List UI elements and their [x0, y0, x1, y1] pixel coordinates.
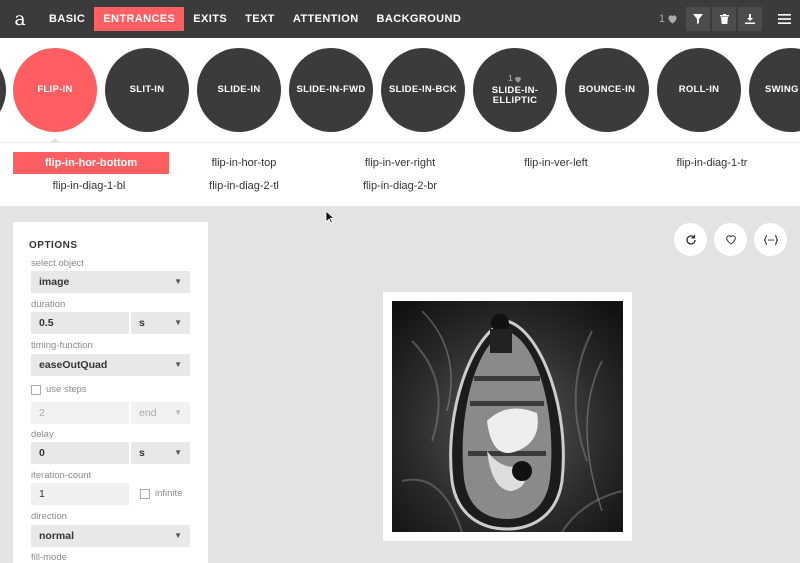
animation-fav-count: 1 [508, 74, 513, 83]
trash-button[interactable] [712, 7, 736, 31]
animation-bounce-in[interactable]: BOUNCE-IN [565, 48, 649, 132]
timing-function-value: easeOutQuad [39, 359, 108, 371]
download-icon [745, 14, 755, 24]
favorite-button[interactable] [714, 223, 747, 256]
timing-function-label: timing-function [31, 340, 93, 351]
heart-icon [515, 76, 521, 83]
variant-list: flip-in-hor-bottom flip-in-hor-top flip-… [0, 142, 800, 206]
top-bar: a BASIC ENTRANCES EXITS TEXT ATTENTION B… [0, 0, 800, 38]
duration-input[interactable]: 0.5 [31, 312, 129, 334]
variant-flip-in-hor-top[interactable]: flip-in-hor-top [180, 152, 308, 174]
variant-flip-in-diag-1-tr[interactable]: flip-in-diag-1-tr [648, 152, 776, 174]
fill-mode-label: fill-mode [31, 552, 67, 563]
replay-icon [685, 234, 696, 245]
favorites-count: 1 [658, 13, 665, 25]
animation-label-line2: ELLIPTIC [492, 95, 538, 106]
download-button[interactable] [738, 7, 762, 31]
trash-icon [719, 14, 729, 24]
steps-count-input[interactable]: 2 [31, 402, 129, 424]
duration-unit-dropdown[interactable]: s ▼ [131, 312, 190, 334]
infinite-label: infinite [155, 488, 183, 499]
infinite-row: infinite [140, 488, 182, 499]
iteration-count-input[interactable]: 1 [31, 483, 129, 505]
app-logo[interactable]: a [2, 0, 38, 38]
mouse-cursor-icon [325, 210, 335, 224]
heart-icon [668, 15, 677, 24]
nav-basic[interactable]: BASIC [40, 7, 94, 31]
code-button[interactable] [754, 223, 787, 256]
animation-fav-badge: 1 [508, 74, 522, 84]
delay-label: delay [31, 429, 54, 440]
chevron-down-icon: ▼ [174, 318, 182, 327]
boat-photo-graphic [392, 301, 623, 532]
nav-text[interactable]: TEXT [236, 7, 284, 31]
timing-function-dropdown[interactable]: easeOutQuad ▼ [31, 354, 190, 376]
animation-slit-in[interactable]: SLIT-IN [105, 48, 189, 132]
chevron-down-icon: ▼ [174, 360, 182, 369]
select-object-label: select object [31, 258, 84, 269]
toolbar-right: 1 [659, 0, 800, 38]
animation-flip-in[interactable]: FLIP-IN [13, 48, 97, 132]
animation-slide-in[interactable]: SLIDE-IN [197, 48, 281, 132]
delay-input[interactable]: 0 [31, 442, 129, 464]
chevron-down-icon: ▼ [174, 277, 182, 286]
filter-button[interactable] [686, 7, 710, 31]
select-object-value: image [39, 276, 70, 288]
variant-flip-in-diag-2-tl[interactable]: flip-in-diag-2-tl [180, 175, 308, 197]
duration-label: duration [31, 299, 66, 310]
preview-image[interactable] [392, 301, 623, 532]
replay-button[interactable] [674, 223, 707, 256]
iteration-count-label: iteration-count [31, 470, 92, 481]
direction-value: normal [39, 530, 75, 542]
use-steps-label: use steps [46, 384, 87, 395]
options-panel: OPTIONS select object image ▼ duration 0… [13, 222, 208, 563]
heart-icon [725, 235, 736, 245]
animation-carousel: FLIP-IN SLIT-IN SLIDE-IN SLIDE-IN-FWD SL… [0, 38, 800, 142]
chevron-down-icon: ▼ [174, 531, 182, 540]
infinite-checkbox[interactable] [140, 488, 150, 499]
active-animation-caret [50, 138, 60, 143]
animation-circle-partial[interactable] [0, 48, 6, 132]
animation-slide-in-elliptic[interactable]: 1 SLIDE-IN- ELLIPTIC [473, 48, 557, 132]
variant-flip-in-diag-2-br[interactable]: flip-in-diag-2-br [335, 175, 465, 197]
hamburger-menu-icon [777, 14, 791, 24]
steps-mode-dropdown[interactable]: end ▼ [131, 402, 190, 424]
variant-flip-in-hor-bottom[interactable]: flip-in-hor-bottom [13, 152, 169, 174]
nav-entrances[interactable]: ENTRANCES [94, 7, 185, 31]
animation-swing[interactable]: SWING [749, 48, 800, 132]
duration-value: 0.5 [39, 317, 54, 329]
select-object-dropdown[interactable]: image ▼ [31, 271, 190, 293]
animation-slide-in-bck[interactable]: SLIDE-IN-BCK [381, 48, 465, 132]
chevron-down-icon: ▼ [174, 408, 182, 417]
steps-mode-value: end [139, 407, 157, 419]
hamburger-menu-button[interactable] [770, 0, 798, 38]
nav-exits[interactable]: EXITS [184, 7, 236, 31]
direction-dropdown[interactable]: normal ▼ [31, 525, 190, 547]
chevron-down-icon: ▼ [174, 448, 182, 457]
variant-flip-in-diag-1-bl[interactable]: flip-in-diag-1-bl [25, 175, 153, 197]
delay-unit-value: s [139, 447, 145, 459]
code-icon [763, 234, 778, 245]
nav-background[interactable]: BACKGROUND [368, 7, 471, 31]
animation-roll-in[interactable]: ROLL-IN [657, 48, 741, 132]
filter-icon [693, 14, 703, 24]
iteration-count-value: 1 [39, 488, 45, 500]
variant-flip-in-ver-left[interactable]: flip-in-ver-left [492, 152, 620, 174]
delay-unit-dropdown[interactable]: s ▼ [131, 442, 190, 464]
nav-attention[interactable]: ATTENTION [284, 7, 368, 31]
use-steps-row: use steps [31, 384, 87, 395]
direction-label: direction [31, 511, 67, 522]
options-title: OPTIONS [29, 240, 78, 251]
category-nav: BASIC ENTRANCES EXITS TEXT ATTENTION BAC… [40, 0, 470, 38]
use-steps-checkbox[interactable] [31, 384, 41, 395]
duration-unit-value: s [139, 317, 145, 329]
delay-value: 0 [39, 447, 45, 459]
favorites-counter[interactable]: 1 [659, 13, 678, 25]
preview-image-frame [383, 292, 632, 541]
steps-count-value: 2 [39, 407, 45, 419]
variant-flip-in-ver-right[interactable]: flip-in-ver-right [335, 152, 465, 174]
animation-slide-in-fwd[interactable]: SLIDE-IN-FWD [289, 48, 373, 132]
